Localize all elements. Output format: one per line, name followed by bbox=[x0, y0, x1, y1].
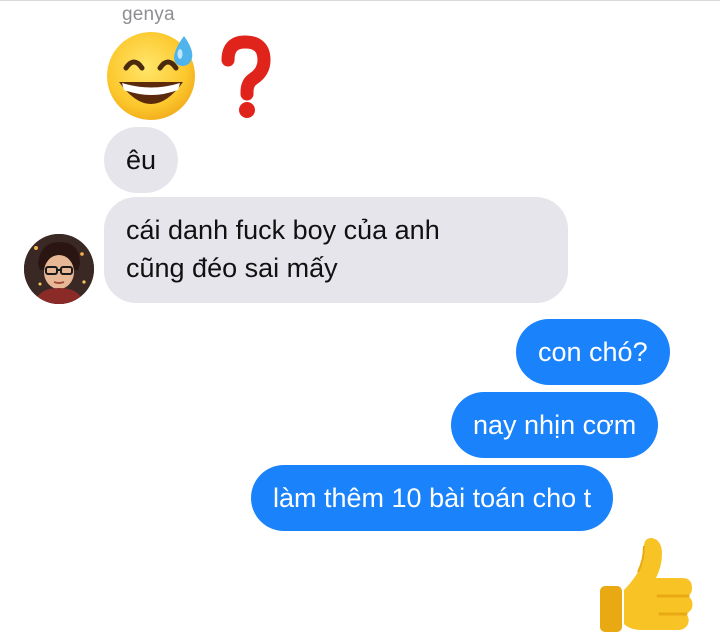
outgoing-message-bubble[interactable]: làm thêm 10 bài toán cho t bbox=[251, 465, 614, 531]
question-mark-icon bbox=[221, 35, 271, 118]
sender-avatar[interactable] bbox=[24, 234, 94, 304]
outgoing-message-bubble[interactable]: nay nhịn cơm bbox=[451, 392, 659, 458]
avatar-icon bbox=[24, 234, 94, 304]
outgoing-message-bubble[interactable]: con chó? bbox=[516, 319, 670, 385]
thumbs-up-icon bbox=[600, 538, 693, 632]
incoming-message-bubble[interactable]: êu bbox=[104, 127, 179, 193]
emoji-message[interactable] bbox=[104, 30, 304, 122]
top-divider bbox=[0, 0, 720, 1]
sender-name: genya bbox=[122, 4, 175, 25]
incoming-message-bubble[interactable]: cái danh fuck boy của anh cũng đéo sai m… bbox=[104, 197, 568, 303]
grinning-face-with-sweat-icon bbox=[107, 32, 195, 120]
thumbs-up-sticker[interactable] bbox=[598, 534, 694, 634]
